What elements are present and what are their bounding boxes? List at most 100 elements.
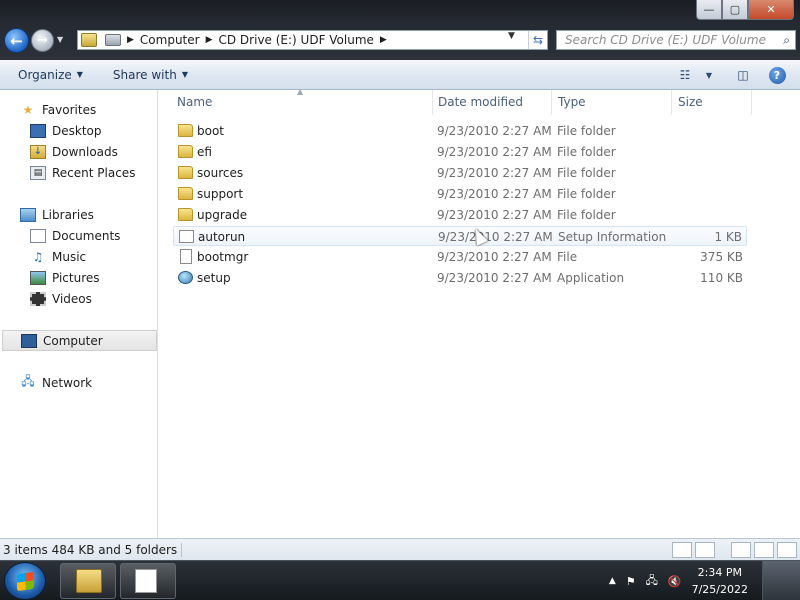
sidebar-item-label: Libraries (42, 207, 94, 222)
file-row-support[interactable]: support 9/23/2010 2:27 AM File folder (173, 184, 747, 204)
sidebar-item-documents[interactable]: Documents (0, 225, 156, 246)
setup-app-icon (178, 271, 193, 284)
sidebar-item-downloads[interactable]: ↓ Downloads (0, 141, 156, 162)
sidebar-item-label: Pictures (52, 270, 100, 285)
file-date: 9/23/2010 2:27 AM (437, 208, 552, 222)
computer-icon (21, 333, 37, 348)
taskbar-document[interactable] (120, 563, 176, 599)
organize-button[interactable]: Organize ▼ (18, 68, 83, 82)
address-bar[interactable]: ▶ Computer ▶ CD Drive (E:) UDF Volume ▶ (77, 30, 548, 50)
breadcrumb-cd-drive[interactable]: CD Drive (E:) UDF Volume (219, 33, 374, 47)
column-header-label: Date modified (438, 95, 524, 109)
details-view-icon[interactable] (672, 542, 692, 558)
search-icon[interactable]: ⌕ (783, 33, 790, 48)
show-hidden-icons-icon[interactable]: ▲ (609, 576, 616, 586)
share-with-button[interactable]: Share with ▼ (113, 68, 188, 82)
breadcrumb-separator[interactable]: ▶ (380, 35, 387, 45)
file-name: bootmgr (197, 250, 249, 264)
sidebar-item-desktop[interactable]: Desktop (0, 120, 156, 141)
view-details-icon: ☷ (679, 68, 691, 82)
file-row-boot[interactable]: boot 9/23/2010 2:27 AM File folder (173, 121, 747, 141)
sidebar-item-label: Documents (52, 228, 121, 243)
network-status-icon[interactable]: 🖧 (646, 572, 658, 591)
change-view-button[interactable]: ☷ (674, 65, 696, 85)
file-row-efi[interactable]: efi 9/23/2010 2:27 AM File folder (173, 142, 747, 162)
column-header-size[interactable]: Size (672, 90, 752, 115)
layout-split-icon[interactable] (754, 542, 774, 558)
file-type: Setup Information (558, 230, 667, 244)
back-button[interactable]: ← (4, 28, 29, 53)
breadcrumb-separator[interactable]: ▶ (206, 35, 213, 45)
column-header-type[interactable]: Type (552, 90, 672, 115)
file-row-sources[interactable]: sources 9/23/2010 2:27 AM File folder (173, 163, 747, 183)
sidebar-item-music[interactable]: ♫ Music (0, 246, 156, 267)
clock-date: 7/25/2022 (691, 583, 748, 596)
file-type: File folder (557, 145, 616, 159)
status-text: 3 items 484 KB and 5 folders (0, 542, 183, 557)
maximize-button[interactable]: ▢ (722, 0, 748, 20)
forward-button[interactable]: → (31, 29, 54, 52)
breadcrumb-separator[interactable]: ▶ (127, 35, 134, 45)
file-type: File folder (557, 166, 616, 180)
sidebar-item-network[interactable]: 🖧 Network (0, 372, 156, 393)
file-type: Application (557, 271, 625, 285)
sidebar-item-label: Recent Places (52, 165, 136, 180)
preview-pane-icon: ◫ (737, 68, 749, 82)
taskbar-explorer[interactable] (60, 563, 116, 599)
file-row-upgrade[interactable]: upgrade 9/23/2010 2:27 AM File folder (173, 205, 747, 225)
desktop-icon (30, 123, 46, 138)
column-header-date-modified[interactable]: Date modified (432, 90, 552, 115)
folder-icon (178, 145, 193, 158)
libraries-icon (20, 207, 36, 222)
file-row-bootmgr[interactable]: bootmgr 9/23/2010 2:27 AM File 375 KB (173, 247, 747, 267)
recent-pages-dropdown[interactable]: ▼ (57, 35, 63, 44)
refresh-button[interactable]: ⇆ (528, 31, 547, 49)
close-button[interactable]: ✕ (748, 0, 794, 20)
preview-pane-button[interactable]: ◫ (732, 65, 754, 85)
action-center-flag-icon[interactable]: ⚑ (626, 575, 636, 588)
sidebar-item-label: Videos (52, 291, 92, 306)
star-icon: ★ (22, 102, 34, 117)
view-options-dropdown[interactable]: ▼ (698, 65, 720, 85)
user-avatar-icon[interactable] (762, 561, 800, 600)
start-button[interactable] (4, 562, 46, 600)
search-input[interactable]: Search CD Drive (E:) UDF Volume ⌕ (556, 30, 796, 50)
drive-icon (105, 34, 121, 46)
toolbar-right: ☷ ▼ ◫ ? (674, 60, 800, 90)
column-header-name[interactable]: Name (171, 90, 433, 115)
layout-columns-icon[interactable] (777, 542, 797, 558)
document-icon (135, 569, 157, 593)
downloads-icon: ↓ (30, 144, 46, 159)
navigation-pane: ★ Favorites Desktop ↓ Downloads ▤ Recent… (0, 90, 158, 538)
file-name: setup (197, 271, 231, 285)
help-button[interactable]: ? (766, 65, 788, 85)
minimize-button[interactable]: — (696, 0, 722, 20)
column-header-label: Name (177, 95, 213, 109)
file-size: 1 KB (714, 230, 742, 244)
file-row-setup[interactable]: setup 9/23/2010 2:27 AM Application 110 … (173, 268, 747, 288)
file-type: File (557, 250, 578, 264)
sidebar-item-libraries[interactable]: Libraries (0, 204, 156, 225)
file-name: autorun (198, 230, 246, 244)
organize-label: Organize (18, 67, 72, 82)
address-dropdown-button[interactable]: ▼ (508, 31, 515, 41)
column-header-label: Size (678, 95, 703, 109)
sidebar-item-recent-places[interactable]: ▤ Recent Places (0, 162, 156, 183)
sidebar-item-pictures[interactable]: Pictures (0, 267, 156, 288)
arrow-right-icon: → (37, 33, 48, 48)
status-bar-view-buttons (672, 539, 800, 561)
search-placeholder: Search CD Drive (E:) UDF Volume (565, 33, 766, 47)
file-row-autorun[interactable]: autorun 9/23/2010 2:27 AM Setup Informat… (173, 226, 747, 246)
layout-single-icon[interactable] (731, 542, 751, 558)
volume-muted-icon[interactable]: 🔇 (668, 575, 682, 588)
large-icons-view-icon[interactable] (695, 542, 715, 558)
breadcrumb-computer[interactable]: Computer (140, 33, 200, 47)
network-icon: 🖧 (21, 374, 35, 388)
sidebar-item-favorites[interactable]: ★ Favorites (0, 99, 156, 120)
file-name: sources (197, 166, 244, 180)
clock[interactable]: 2:34 PM 7/25/2022 (692, 564, 748, 598)
sidebar-item-computer[interactable]: Computer (2, 330, 157, 351)
system-tray: ▲ ⚑ 🖧 🔇 2:34 PM 7/25/2022 (609, 561, 760, 600)
sidebar-item-label: Network (42, 375, 93, 390)
sidebar-item-videos[interactable]: Videos (0, 288, 156, 309)
